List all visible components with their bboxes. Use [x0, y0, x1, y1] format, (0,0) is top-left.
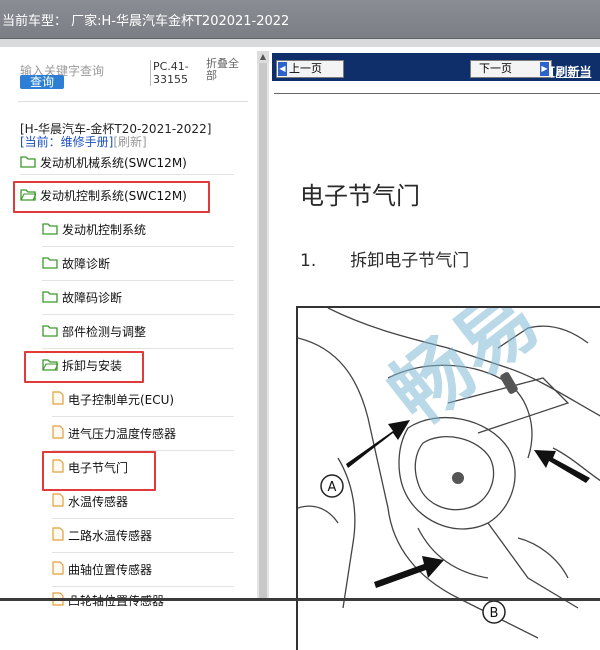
current-manual-label: [当前：维修手册]: [20, 135, 114, 149]
tree-row-divider: [52, 586, 234, 587]
tree-item-label: 部件检测与调整: [62, 325, 147, 339]
document-icon: [52, 561, 64, 580]
search-button[interactable]: 查询: [20, 75, 64, 89]
tree-row-divider: [52, 416, 234, 417]
tree-item-label: 发动机机械系统(SWC12M): [40, 156, 187, 170]
tree-item-second-coolant-sensor[interactable]: 二路水温传感器: [52, 527, 152, 545]
step-text: 拆卸电子节气门: [350, 251, 470, 271]
page-nav-bar: ◀ 上一页 下一页 ▶ [刷新当: [272, 53, 600, 81]
current-manual-line: [当前：维修手册][刷新]: [20, 133, 147, 150]
folder-icon: [20, 155, 36, 173]
document-icon: [52, 425, 64, 444]
document-icon: [52, 592, 64, 611]
tree-item-coolant-temp-sensor[interactable]: 水温传感器: [52, 493, 128, 511]
folder-icon: [42, 324, 58, 342]
tree-item-component-inspection[interactable]: 部件检测与调整: [42, 323, 146, 341]
tree-row-divider: [42, 314, 234, 315]
scroll-up-icon[interactable]: ▲: [257, 51, 269, 63]
step-number: 1.: [300, 251, 317, 271]
tree-item-label: 二路水温传感器: [68, 529, 153, 543]
tree-item-ecu[interactable]: 电子控制单元(ECU): [52, 391, 174, 409]
tree-row-divider: [42, 348, 234, 349]
current-vehicle-caption: 当前车型： 厂家:H-华晨汽车金杯T202021-2022: [2, 14, 290, 29]
highlight-box: [24, 351, 144, 383]
pc-code-label: PC.41-33155: [150, 60, 203, 86]
document-icon: [52, 493, 64, 512]
highlight-box: [13, 181, 210, 213]
toolbar-strip: [0, 39, 600, 47]
arrow-left-icon: ◀: [278, 62, 287, 76]
tree-scrollbar[interactable]: ▲: [257, 51, 269, 601]
folder-icon: [42, 256, 58, 274]
tree-item-label: 凸轮轴位置传感器: [68, 594, 165, 608]
tree-item-label: 进气压力温度传感器: [68, 427, 177, 441]
manual-page: 电子节气门 1. 拆卸电子节气门 A B 畅易: [274, 93, 600, 650]
tree-item-label: 故障诊断: [62, 257, 111, 271]
tree-item-label: 故障码诊断: [62, 291, 123, 305]
tree-item-crankshaft-sensor[interactable]: 曲轴位置传感器: [52, 561, 152, 579]
tree-scrollbar-thumb[interactable]: [259, 51, 267, 601]
tree-item-engine-mechanical[interactable]: 发动机机械系统(SWC12M): [20, 154, 187, 172]
tree-item-camshaft-sensor[interactable]: 凸轮轴位置传感器: [52, 592, 164, 610]
arrow-right-icon: ▶: [540, 62, 549, 76]
tree-item-label: 发动机控制系统: [62, 223, 147, 237]
tree-row-divider: [42, 246, 234, 247]
next-page-button[interactable]: 下一页 ▶: [470, 60, 552, 78]
folder-icon: [42, 222, 58, 240]
tree-item-engine-control[interactable]: 发动机控制系统: [42, 221, 146, 239]
divider: [18, 101, 248, 102]
tree-item-label: 水温传感器: [68, 495, 129, 509]
document-icon: [52, 391, 64, 410]
step-heading: 1. 拆卸电子节气门: [300, 246, 469, 271]
folder-icon: [42, 290, 58, 308]
title-bar: 当前车型： 厂家:H-华晨汽车金杯T202021-2022: [0, 0, 600, 39]
tree-row-divider: [20, 174, 234, 175]
page-title: 电子节气门: [300, 182, 420, 210]
refresh-current-link[interactable]: [刷新当: [550, 63, 592, 80]
next-page-label: 下一页: [479, 62, 512, 75]
prev-page-label: 上一页: [289, 62, 322, 75]
callout-b-label: B: [490, 606, 499, 621]
tree-item-fault-code-diagnosis[interactable]: 故障码诊断: [42, 289, 122, 307]
tree-item-label: 曲轴位置传感器: [68, 563, 153, 577]
highlight-box: [42, 451, 156, 491]
tree-refresh-link[interactable]: [刷新]: [113, 135, 146, 149]
tree-row-divider: [52, 518, 234, 519]
collapse-all-link[interactable]: 折叠全部: [206, 58, 248, 82]
document-icon: [52, 527, 64, 546]
callout-a-label: A: [328, 480, 337, 495]
tree-item-intake-pressure-sensor[interactable]: 进气压力温度传感器: [52, 425, 176, 443]
tree-row-divider: [42, 280, 234, 281]
tree-item-label: 电子控制单元(ECU): [68, 393, 175, 407]
tree-row-divider: [52, 552, 234, 553]
tree-item-fault-diagnosis[interactable]: 故障诊断: [42, 255, 110, 273]
prev-page-button[interactable]: ◀ 上一页: [276, 60, 344, 78]
document-pane: ◀ 上一页 下一页 ▶ [刷新当 电子节气门 1. 拆卸电子节气门 A B 畅易: [272, 47, 600, 650]
